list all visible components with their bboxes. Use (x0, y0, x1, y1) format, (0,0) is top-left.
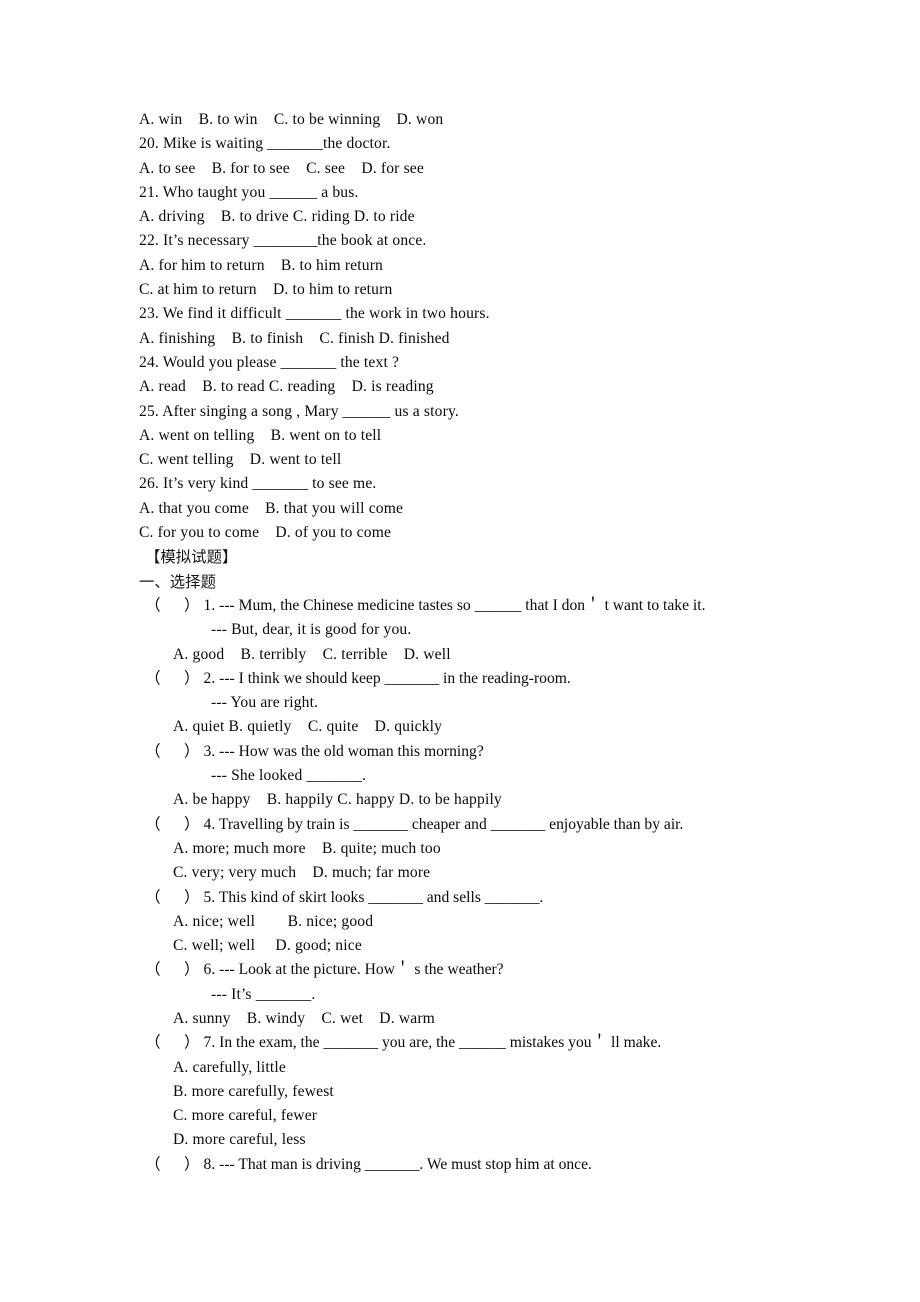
question-options[interactable]: C. more careful, fewer (139, 1104, 859, 1128)
answer-bracket-open[interactable]: （ (139, 594, 184, 618)
answer-bracket-close: ） (184, 1155, 200, 1173)
question-text: This kind of skirt looks _______ and sel… (218, 888, 544, 906)
question-continuation: --- She looked _______. (211, 767, 367, 785)
question-number: 6. (203, 961, 216, 979)
question-number: 8. (203, 1155, 216, 1173)
exercise-line: 22. It’s necessary ________the book at o… (139, 232, 427, 250)
question-stem: （） 1. --- Mum, the Chinese medicine tast… (139, 594, 859, 618)
answer-bracket-open[interactable]: （ (139, 740, 184, 764)
grammar-exercise-block: A. win B. to win C. to be winning D. won… (139, 108, 859, 545)
question-continuation: --- It’s _______. (211, 985, 316, 1003)
document-body: A. win B. to win C. to be winning D. won… (139, 108, 859, 1177)
answer-bracket-close: ） (184, 742, 200, 760)
answer-bracket-close: ） (184, 961, 200, 979)
question-text: In the exam, the _______ you are, the __… (219, 1034, 662, 1052)
question-stem: （） 5. This kind of skirt looks _______ a… (139, 886, 859, 910)
question-text: --- How was the old woman this morning? (219, 742, 484, 760)
exercise-line: A. that you come B. that you will come (139, 499, 404, 517)
exercise-line: C. went telling D. went to tell (139, 451, 342, 469)
question-options[interactable]: B. more carefully, fewest (139, 1080, 859, 1104)
question-stem: （） 2. --- I think we should keep _______… (139, 667, 859, 691)
question-number: 4. (203, 815, 216, 833)
question-options[interactable]: A. quiet B. quietly C. quite D. quickly (139, 715, 859, 739)
answer-bracket-close: ） (184, 596, 200, 614)
exercise-line: A. finishing B. to finish C. finish D. f… (139, 329, 450, 347)
question-number: 7. (203, 1034, 216, 1052)
document-page: A. win B. to win C. to be winning D. won… (0, 0, 920, 1302)
question-options[interactable]: A. more; much more B. quite; much too (139, 837, 859, 861)
answer-bracket-open[interactable]: （ (139, 958, 184, 982)
question-stem: （） 3. --- How was the old woman this mor… (139, 740, 859, 764)
question-options[interactable]: A. be happy B. happily C. happy D. to be… (139, 788, 859, 812)
question-options[interactable]: A. carefully, little (139, 1056, 859, 1080)
answer-bracket-open[interactable]: （ (139, 1153, 184, 1177)
question-stem: （） 7. In the exam, the _______ you are, … (139, 1031, 859, 1055)
question-text: --- I think we should keep _______ in th… (219, 669, 571, 687)
exercise-line: 24. Would you please _______ the text ? (139, 353, 400, 371)
question-number: 2. (203, 669, 216, 687)
question-continuation: --- You are right. (211, 694, 319, 712)
question-options[interactable]: A. good B. terribly C. terrible D. well (139, 643, 859, 667)
exercise-line: A. read B. to read C. reading D. is read… (139, 378, 434, 396)
exercise-line: 23. We find it difficult _______ the wor… (139, 305, 490, 323)
answer-bracket-close: ） (184, 815, 200, 833)
question-number: 5. (203, 888, 216, 906)
answer-bracket-open[interactable]: （ (139, 1031, 184, 1055)
exercise-line: C. for you to come D. of you to come (139, 524, 392, 542)
question-stem: （） 4. Travelling by train is _______ che… (139, 813, 859, 837)
question-options[interactable]: C. well; well D. good; nice (139, 934, 859, 958)
answer-bracket-close: ） (184, 669, 200, 687)
question-number: 3. (203, 742, 216, 760)
exercise-line: 26. It’s very kind _______ to see me. (139, 475, 377, 493)
question-text: --- Mum, the Chinese medicine tastes so … (219, 596, 706, 614)
answer-bracket-open[interactable]: （ (139, 813, 184, 837)
question-options[interactable]: D. more careful, less (139, 1128, 859, 1152)
heading-section-one: 一、选择题 (139, 572, 216, 591)
answer-bracket-close: ） (184, 1034, 200, 1052)
question-stem: （） 6. --- Look at the picture. How＇ s th… (139, 958, 859, 982)
question-text: Travelling by train is _______ cheaper a… (218, 815, 684, 833)
exercise-line: A. for him to return B. to him return (139, 256, 384, 274)
question-stem: （） 8. --- That man is driving _______. W… (139, 1153, 859, 1177)
exercise-line: 20. Mike is waiting _______the doctor. (139, 135, 391, 153)
question-number: 1. (203, 596, 216, 614)
exercise-line: A. went on telling B. went on to tell (139, 426, 382, 444)
exercise-line: 21. Who taught you ______ a bus. (139, 183, 359, 201)
exercise-line: 25. After singing a song , Mary ______ u… (139, 402, 459, 420)
exercise-line: A. win B. to win C. to be winning D. won (139, 111, 444, 128)
heading-mock-exam: 【模拟试题】 (145, 548, 238, 567)
exercise-line: A. to see B. for to see C. see D. for se… (139, 159, 424, 177)
exercise-line: C. at him to return D. to him to return (139, 281, 393, 299)
question-options[interactable]: A. nice; well B. nice; good (139, 910, 859, 934)
question-options[interactable]: A. sunny B. windy C. wet D. warm (139, 1007, 859, 1031)
answer-bracket-close: ） (184, 888, 200, 906)
answer-bracket-open[interactable]: （ (139, 886, 184, 910)
question-options[interactable]: C. very; very much D. much; far more (139, 861, 859, 885)
question-text: --- That man is driving _______. We must… (219, 1155, 592, 1173)
exercise-line: A. driving B. to drive C. riding D. to r… (139, 208, 415, 226)
answer-bracket-open[interactable]: （ (139, 667, 184, 691)
question-text: --- Look at the picture. How＇ s the weat… (219, 961, 504, 979)
question-continuation: --- But, dear, it is good for you. (211, 621, 412, 639)
